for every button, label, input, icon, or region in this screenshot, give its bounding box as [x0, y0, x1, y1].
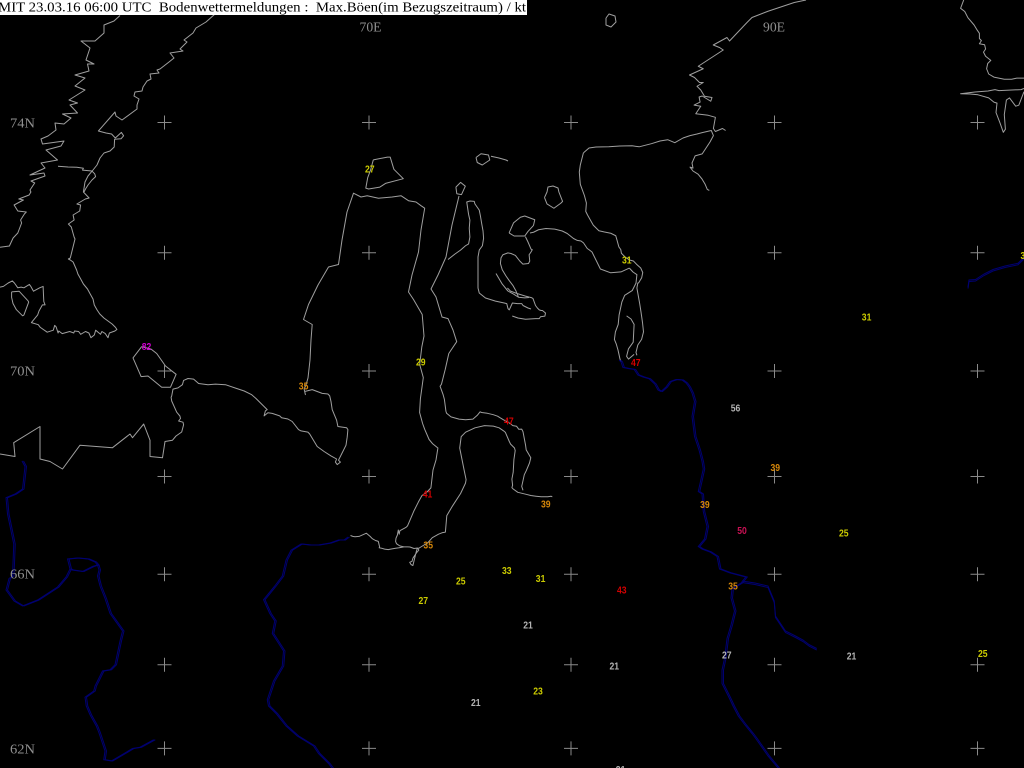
svg-text:82: 82: [142, 342, 152, 353]
svg-text:47: 47: [504, 417, 514, 428]
svg-text:43: 43: [617, 586, 627, 597]
svg-text:90E: 90E: [763, 20, 785, 35]
svg-text:27: 27: [365, 165, 375, 176]
svg-text:25: 25: [839, 529, 849, 540]
svg-text:31: 31: [536, 574, 546, 585]
svg-text:21: 21: [471, 698, 481, 709]
svg-text:21: 21: [523, 621, 533, 632]
svg-text:35: 35: [299, 382, 309, 393]
svg-text:35: 35: [728, 582, 738, 593]
svg-text:50: 50: [737, 526, 747, 537]
svg-text:66N: 66N: [10, 566, 35, 581]
svg-text:47: 47: [631, 358, 641, 369]
svg-text:23: 23: [533, 687, 543, 698]
svg-text:25: 25: [978, 649, 988, 660]
svg-text:31: 31: [622, 255, 632, 266]
svg-text:70E: 70E: [360, 20, 382, 35]
svg-text:39: 39: [1021, 251, 1024, 262]
svg-text:27: 27: [419, 596, 429, 607]
svg-text:39: 39: [541, 500, 551, 511]
svg-text:56: 56: [731, 403, 741, 414]
svg-text:70N: 70N: [10, 363, 35, 378]
svg-text:39: 39: [700, 500, 710, 511]
svg-text:33: 33: [502, 566, 512, 577]
svg-text:39: 39: [771, 463, 781, 474]
svg-text:27: 27: [722, 651, 732, 662]
svg-text:31: 31: [862, 313, 872, 324]
svg-text:35: 35: [423, 541, 433, 552]
svg-text:25: 25: [456, 577, 466, 588]
svg-text:29: 29: [416, 358, 426, 369]
svg-text:74N: 74N: [10, 115, 35, 130]
svg-text:41: 41: [423, 490, 433, 501]
svg-text:21: 21: [610, 662, 620, 673]
svg-text:21: 21: [847, 652, 857, 663]
svg-text:MIT 23.03.16 06:00 UTC Bodenw: MIT 23.03.16 06:00 UTC Bodenwettermeldun…: [0, 1, 526, 16]
svg-text:62N: 62N: [10, 741, 35, 756]
